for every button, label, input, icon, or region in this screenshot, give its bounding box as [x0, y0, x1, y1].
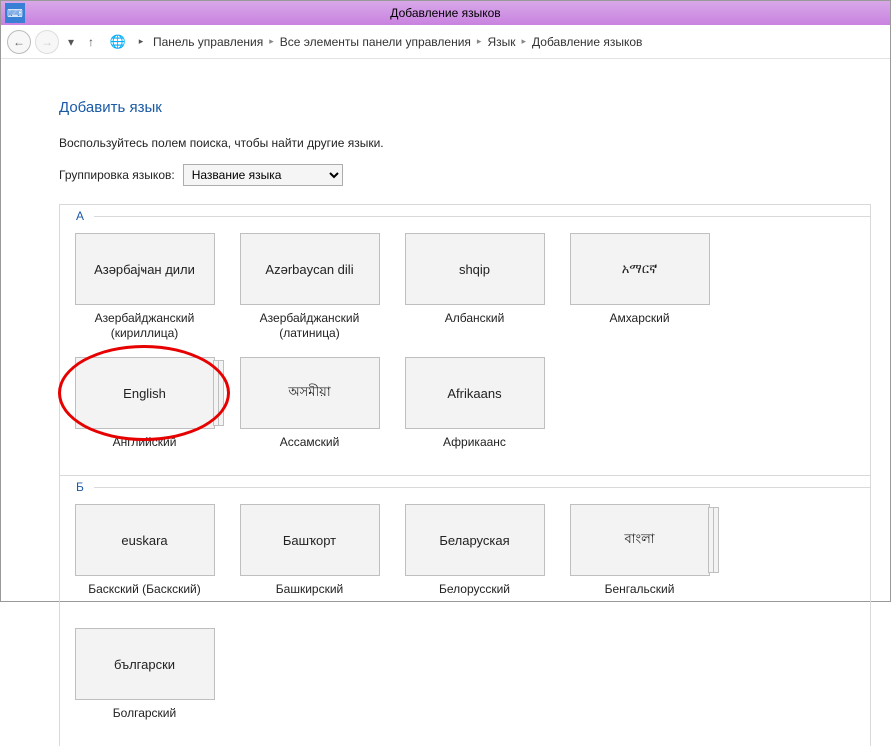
chevron-right-icon: ▸: [477, 36, 482, 47]
chevron-right-icon: ▸: [269, 36, 274, 47]
language-tile-box[interactable]: Башҡорт: [240, 504, 380, 576]
language-tile[interactable]: Азәрбајҹан дили Азербайджанский (кириллиц…: [72, 233, 217, 341]
system-icon: ⌨: [5, 3, 25, 23]
language-tile[interactable]: български Болгарский: [72, 628, 217, 736]
language-tile-box[interactable]: English: [75, 357, 215, 429]
language-tile-label: Бенгальский: [605, 582, 675, 612]
language-tile-box[interactable]: euskara: [75, 504, 215, 576]
group-select[interactable]: Название языка: [183, 164, 343, 186]
breadcrumb-item[interactable]: Добавление языков: [532, 35, 642, 49]
breadcrumb: Панель управления ▸ Все элементы панели …: [153, 35, 642, 49]
section-header: Б: [60, 476, 870, 498]
language-tile-label: Албанский: [445, 311, 505, 341]
hint-text: Воспользуйтесь полем поиска, чтобы найти…: [59, 136, 854, 150]
up-button[interactable]: ↑: [83, 34, 99, 50]
language-tile-label: Амхарский: [609, 311, 669, 341]
section-header: А: [60, 205, 870, 227]
chevron-right-icon: ▸: [133, 34, 149, 50]
history-dropdown-icon[interactable]: ▾: [63, 34, 79, 50]
language-tile[interactable]: বাংলা Бенгальский: [567, 504, 712, 612]
breadcrumb-item[interactable]: Панель управления: [153, 35, 263, 49]
back-button[interactable]: ←: [7, 30, 31, 54]
breadcrumb-item[interactable]: Язык: [487, 35, 515, 49]
language-tile-label: Белорусский: [439, 582, 510, 612]
language-tile[interactable]: Беларуская Белорусский: [402, 504, 547, 612]
language-tile-label: Африкаанс: [443, 435, 506, 465]
language-tile-box[interactable]: አማርኛ: [570, 233, 710, 305]
section-rule: [94, 487, 870, 488]
section-rule: [94, 216, 870, 217]
tile-row: Азәрбајҹан дили Азербайджанский (кириллиц…: [60, 227, 870, 475]
language-tile[interactable]: অসমীয়া Ассамский: [237, 357, 382, 465]
address-icon: 🌐: [109, 33, 127, 51]
forward-button[interactable]: →: [35, 30, 59, 54]
language-tile-label: Башкирский: [276, 582, 343, 612]
window-title: Добавление языков: [390, 6, 500, 20]
title-bar: ⌨ Добавление языков: [1, 1, 890, 25]
language-tile-box[interactable]: Беларуская: [405, 504, 545, 576]
language-tile-label: Английский: [113, 435, 177, 465]
group-row: Группировка языков: Название языка: [59, 164, 854, 186]
language-tile[interactable]: Azərbaycan dili Азербайджанский (латиница…: [237, 233, 382, 341]
language-tile-box[interactable]: Azərbaycan dili: [240, 233, 380, 305]
language-tile[interactable]: shqip Албанский: [402, 233, 547, 341]
language-tile-label: Баскский (Баскский): [88, 582, 201, 612]
breadcrumb-item[interactable]: Все элементы панели управления: [280, 35, 471, 49]
language-tile[interactable]: Башҡорт Башкирский: [237, 504, 382, 612]
tile-row: euskara Баскский (Баскский) Башҡорт Башкирс…: [60, 498, 870, 746]
nav-bar: ← → ▾ ↑ 🌐 ▸ Панель управления ▸ Все элем…: [1, 25, 890, 59]
content-area: Добавить язык Воспользуйтесь полем поиск…: [1, 59, 890, 746]
language-tile-box[interactable]: বাংলা: [570, 504, 710, 576]
language-tile-label: Ассамский: [280, 435, 340, 465]
language-tile-box[interactable]: অসমীয়া: [240, 357, 380, 429]
page-title: Добавить язык: [59, 99, 854, 116]
language-tile-box[interactable]: български: [75, 628, 215, 700]
language-tile[interactable]: euskara Баскский (Баскский): [72, 504, 217, 612]
language-tile[interactable]: Afrikaans Африкаанс: [402, 357, 547, 465]
language-tile-label: Болгарский: [113, 706, 176, 736]
section-letter: Б: [76, 480, 84, 494]
chevron-right-icon: ▸: [521, 36, 526, 47]
language-tile-box[interactable]: Азәрбајҹан дили: [75, 233, 215, 305]
language-tile[interactable]: English Английский: [72, 357, 217, 465]
language-tile-label: Азербайджанский (латиница): [237, 311, 382, 341]
language-tile[interactable]: አማርኛ Амхарский: [567, 233, 712, 341]
language-tile-box[interactable]: Afrikaans: [405, 357, 545, 429]
section-letter: А: [76, 209, 84, 223]
language-sections: А Азәрбајҹан дили Азербайджанский (кирилли…: [59, 204, 871, 746]
group-label: Группировка языков:: [59, 168, 175, 182]
language-tile-label: Азербайджанский (кириллица): [72, 311, 217, 341]
language-tile-box[interactable]: shqip: [405, 233, 545, 305]
